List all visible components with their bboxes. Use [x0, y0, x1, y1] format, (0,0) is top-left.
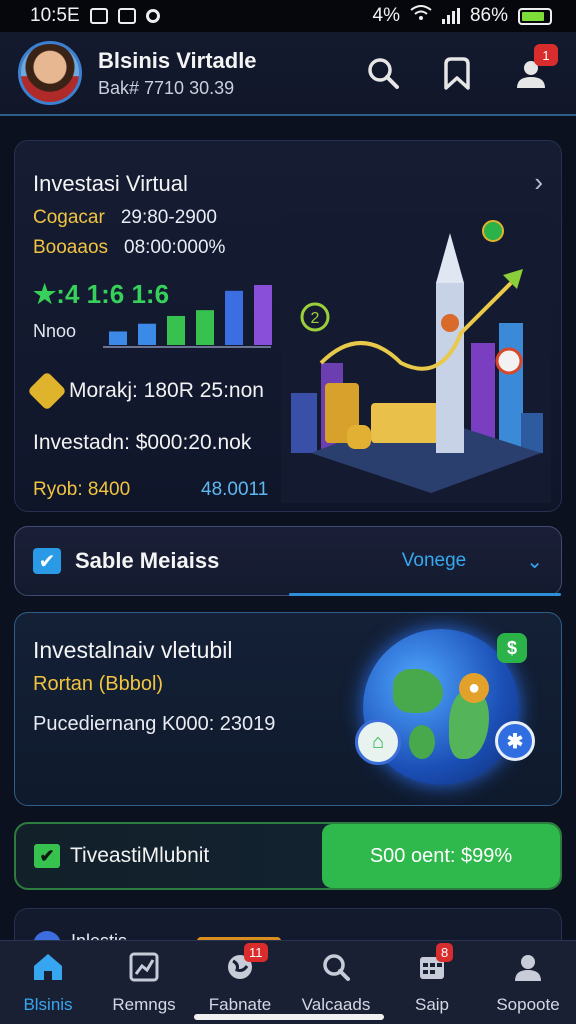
wifi-icon	[410, 5, 432, 27]
notification-badge: 1	[534, 44, 558, 66]
app-title: Blsinis Virtadle	[98, 47, 257, 73]
stat-value: 29:80-2900	[120, 207, 217, 228]
chart-bar	[167, 315, 185, 345]
nav-label: Fabnate	[208, 995, 272, 1014]
status-bar: 10:5E 4% 86%	[0, 0, 576, 32]
nav-item-support[interactable]: Sopoote	[480, 949, 576, 1015]
selection-label: Sable Meiaiss	[75, 548, 220, 573]
profit-value: 48.0011	[201, 479, 269, 500]
profit-label: Ryob: 8400	[33, 479, 131, 500]
card-subtitle: Rortan (Bbbol)	[33, 673, 164, 695]
message-notification-icon	[117, 8, 136, 24]
invest-button[interactable]: S00 oent: $99%	[322, 824, 560, 888]
notification-badge: 8	[436, 943, 454, 962]
header-text: Blsinis Virtadle Bak# 7710 30.39	[98, 48, 364, 99]
chevron-down-icon[interactable]: ⌄	[526, 549, 543, 574]
small-label: Nnoo	[33, 321, 77, 341]
card-title: Investalnaiv vletubil	[33, 637, 233, 663]
battery-percent: 86%	[469, 5, 508, 26]
status-right: 4% 86%	[372, 5, 552, 27]
app-header: Blsinis Virtadle Bak# 7710 30.39 1	[0, 32, 576, 116]
mini-bar-chart	[103, 285, 272, 348]
account-balance: Bak# 7710 30.39	[98, 77, 235, 98]
stat-row-1: Cogacar 29:80-2900	[33, 207, 217, 229]
global-investment-card[interactable]: Investalnaiv vletubil Rortan (Bbbol) Puc…	[14, 612, 562, 806]
nav-label: Sopoote	[496, 995, 560, 1014]
chart-bar	[138, 323, 156, 345]
bookmark-icon	[444, 57, 470, 90]
stat-row-2: Booaaos 08:00:000%	[33, 237, 225, 259]
nav-label: Blsinis	[23, 995, 73, 1014]
home-indicator[interactable]	[194, 1014, 384, 1020]
action-label: TiveastiMlubnit	[70, 844, 210, 867]
dollar-icon: $	[497, 633, 527, 663]
virtual-investment-card[interactable]: Investasi Virtual › Cogacar 29:80-2900 Bo…	[14, 140, 562, 512]
nav-item-home[interactable]: Blsinis	[0, 949, 96, 1015]
nav-item-search[interactable]: Valcaads	[288, 949, 384, 1015]
chart-bar	[196, 310, 214, 345]
chart-bar	[254, 285, 272, 345]
bookmark-button[interactable]	[438, 54, 476, 92]
home-icon	[30, 949, 66, 985]
network-icon: ✱	[495, 721, 535, 761]
money-text: Morakj: 180R 25:non	[69, 379, 264, 402]
stat-label: Booaaos	[33, 237, 109, 258]
status-time: 10:5E	[30, 5, 80, 26]
user-icon	[510, 949, 546, 985]
stat-label: Cogacar	[33, 207, 105, 228]
battery-icon	[518, 7, 552, 25]
selection-row[interactable]: ✔ Sable Meiaiss Vonege ⌄	[14, 526, 562, 596]
money-row: Morakj: 180R 25:non	[27, 371, 264, 411]
card-title: Investasi Virtual	[33, 171, 188, 196]
art-badge: 2	[311, 310, 320, 327]
header-actions: 1	[364, 44, 558, 92]
status-extra: 4%	[372, 5, 400, 26]
notification-badge: 11	[244, 943, 268, 962]
nav-item-globe[interactable]: 11 Fabnate	[192, 943, 288, 1015]
search-button[interactable]	[364, 54, 402, 92]
image-notification-icon	[89, 8, 108, 24]
profile-button[interactable]: 1	[512, 44, 558, 92]
nav-label: Valcaads	[301, 995, 371, 1014]
nav-label: Remngs	[112, 995, 176, 1014]
stat-value: 08:00:000%	[124, 237, 226, 258]
sync-notification-icon	[145, 9, 160, 23]
check-icon: ✔	[34, 844, 60, 868]
card-detail: Pucediernang K000: 23019	[33, 713, 276, 735]
selection-underline	[289, 593, 561, 596]
investment-line: Investadn: $000:20.nok	[33, 431, 252, 454]
nav-item-reports[interactable]: Remngs	[96, 949, 192, 1015]
nav-label: Saip	[414, 995, 450, 1014]
chart-bar	[109, 331, 127, 345]
chart-bar	[225, 290, 243, 345]
search-icon	[318, 949, 354, 985]
selected-value[interactable]: Vonege	[402, 550, 466, 572]
coin-icon: ●	[459, 673, 489, 703]
signal-icon	[441, 8, 460, 24]
chart-icon	[126, 949, 162, 985]
search-icon	[368, 58, 399, 89]
green-action-card[interactable]: ✔ TiveastiMlubnit S00 oent: $99%	[14, 822, 562, 890]
coin-icon	[27, 371, 67, 411]
growth-icon: ⌂	[355, 719, 401, 765]
nav-item-calendar[interactable]: 8 Saip	[384, 943, 480, 1015]
status-left: 10:5E	[30, 5, 160, 27]
chevron-right-icon[interactable]: ›	[534, 167, 543, 198]
rocket-city-illustration: 2	[281, 213, 551, 503]
bottom-navigation: Blsinis Remngs 11 Fabnate Valcaads 8 Sai…	[0, 940, 576, 1024]
checkmark-icon: ✔	[33, 548, 61, 574]
avatar[interactable]	[18, 41, 82, 105]
